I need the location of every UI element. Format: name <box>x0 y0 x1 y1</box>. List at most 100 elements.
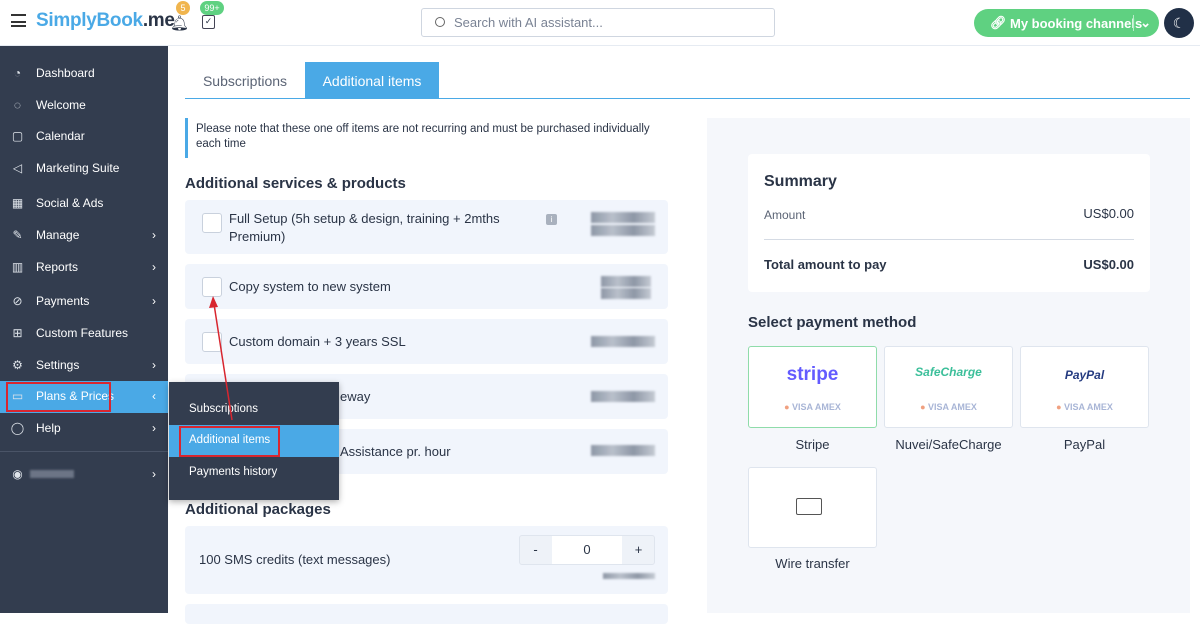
sidebar-item-social-ads[interactable]: ▦ Social & Ads <box>0 188 168 220</box>
booking-channels-label: My booking channels <box>1010 16 1143 31</box>
checkbox[interactable] <box>202 213 222 233</box>
payment-wire-transfer[interactable] <box>748 467 877 548</box>
payment-label: Wire transfer <box>775 556 850 571</box>
item-label: Copy system to new system <box>229 279 391 294</box>
services-heading: Additional services & products <box>185 175 406 192</box>
user-icon: ◉ <box>12 467 23 481</box>
item-label: Custom domain + 3 years SSL <box>229 334 406 349</box>
info-icon[interactable]: i <box>546 214 557 225</box>
payment-paypal[interactable]: PayPal ● VISA AMEX <box>1020 346 1149 428</box>
user-name-blurred <box>30 470 74 478</box>
submenu-item-subscriptions[interactable]: Subscriptions <box>169 394 339 426</box>
package-label: 100 SMS credits (text messages) <box>199 552 391 567</box>
checkout-panel: Summary Amount US$0.00 Total amount to p… <box>707 118 1190 613</box>
sidebar-item-welcome[interactable]: ◌ Welcome <box>0 90 168 122</box>
payment-safecharge[interactable]: SafeCharge ● VISA AMEX <box>884 346 1013 428</box>
item-label: Full Setup (5h setup & design, training … <box>229 211 500 244</box>
booking-channels-button[interactable]: 🔗︎ My booking channels ⌄ <box>974 9 1159 37</box>
chevron-down-icon[interactable]: ⌄ <box>1133 15 1151 31</box>
total-label: Total amount to pay <box>764 257 887 272</box>
menu-icon[interactable] <box>11 14 26 27</box>
logo-text: SimplyBook <box>36 10 143 31</box>
sidebar-item-label: Calendar <box>36 129 85 143</box>
sidebar-item-custom-features[interactable]: ⊞ Custom Features <box>0 318 168 350</box>
package-item <box>185 604 668 624</box>
payments-icon: ⊘ <box>12 294 23 308</box>
sidebar-item-reports[interactable]: ▥ Reports › <box>0 252 168 284</box>
chevron-right-icon: › <box>152 358 156 372</box>
submenu-item-payments-history[interactable]: Payments history <box>169 457 339 489</box>
payment-label: Nuvei/SafeCharge <box>895 437 1002 452</box>
theme-toggle-icon[interactable]: ☾ <box>1164 8 1194 38</box>
chart-icon: ▥ <box>11 260 24 274</box>
logo[interactable]: SimplyBook.me <box>36 10 175 32</box>
link-icon: 🔗︎ <box>990 15 1007 30</box>
annotation-arrow <box>209 296 233 421</box>
bell-icon[interactable]: 🔔︎ <box>170 14 189 32</box>
plans-submenu: Subscriptions Additional items Payments … <box>169 382 339 500</box>
sidebar-item-label: Payments <box>36 294 90 308</box>
payment-label: Stripe <box>795 437 830 452</box>
total-value: US$0.00 <box>1083 257 1134 272</box>
list-item: Copy system to new system <box>185 264 668 309</box>
tasks-badge: 99+ <box>200 1 224 15</box>
gift-icon: ⊞ <box>12 326 23 340</box>
sidebar-item-label: Welcome <box>36 98 86 112</box>
price-blurred <box>591 225 655 236</box>
tab-additional-items[interactable]: Additional items <box>305 62 439 98</box>
social-icon: ▦ <box>11 196 24 210</box>
sidebar-item-payments[interactable]: ⊘ Payments › <box>0 286 168 318</box>
sidebar-item-label: Help <box>36 421 61 435</box>
sidebar-item-help[interactable]: ◯ Help › <box>0 413 168 445</box>
sidebar-item-user[interactable]: ◉ › <box>0 459 168 491</box>
card-logos: ● VISA AMEX <box>1056 402 1113 412</box>
amount-label: Amount <box>764 208 806 222</box>
summary-card: Summary Amount US$0.00 Total amount to p… <box>748 154 1150 292</box>
quantity-stepper: - 0 + <box>519 535 655 565</box>
megaphone-icon: ◁ <box>12 161 23 175</box>
sidebar-item-marketing-suite[interactable]: ◁ Marketing Suite <box>0 153 168 185</box>
money-icon: ▭ <box>11 389 24 403</box>
chevron-right-icon: › <box>152 260 156 274</box>
sidebar-item-label: Custom Features <box>36 326 129 340</box>
sidebar-item-dashboard[interactable]: ◔ Dashboard <box>0 58 168 90</box>
sidebar-item-plans-prices[interactable]: ▭ Plans & Prices ‹ <box>0 381 168 413</box>
sidebar-item-calendar[interactable]: ▢ Calendar <box>0 121 168 153</box>
card-logos-text: VISA AMEX <box>928 402 977 412</box>
search-placeholder: Search with AI assistant... <box>454 15 603 30</box>
price-blurred <box>603 573 655 579</box>
sidebar-item-manage[interactable]: ✎ Manage › <box>0 220 168 252</box>
sidebar-item-label: Settings <box>36 358 80 372</box>
increment-button[interactable]: + <box>623 536 654 564</box>
gear-icon: ⚙ <box>12 358 23 372</box>
quantity-input[interactable]: 0 <box>552 536 622 564</box>
tab-subscriptions[interactable]: Subscriptions <box>185 62 305 98</box>
chevron-left-icon: ‹ <box>152 389 156 403</box>
chevron-right-icon: › <box>152 228 156 242</box>
price-blurred <box>591 336 655 347</box>
payment-heading: Select payment method <box>748 314 917 331</box>
amount-value: US$0.00 <box>1083 206 1134 221</box>
tasks-icon[interactable]: ✓ <box>202 15 215 29</box>
item-label: Assistance pr. hour <box>340 444 451 459</box>
payment-stripe[interactable]: stripe ● VISA AMEX <box>748 346 877 428</box>
price-blurred <box>591 391 655 402</box>
sidebar-item-settings[interactable]: ⚙ Settings › <box>0 350 168 382</box>
divider <box>764 239 1134 240</box>
item-label: eway <box>340 389 371 404</box>
chat-icon: ◯ <box>10 421 25 435</box>
sidebar-item-label: Reports <box>36 260 79 274</box>
list-item: Custom domain + 3 years SSL <box>185 319 668 364</box>
search-input[interactable]: Search with AI assistant... <box>421 8 775 37</box>
price-blurred <box>601 288 651 299</box>
payment-label: PayPal <box>1063 437 1106 452</box>
calendar-icon: ▢ <box>11 129 24 143</box>
search-icon <box>435 17 445 27</box>
sidebar-item-label: Social & Ads <box>36 196 104 210</box>
packages-heading: Additional packages <box>185 501 331 518</box>
wire-transfer-icon <box>796 498 822 515</box>
card-logos-text: VISA AMEX <box>1064 402 1113 412</box>
highlight-box <box>179 426 280 457</box>
lightbulb-icon: ◌ <box>13 98 22 112</box>
decrement-button[interactable]: - <box>520 536 551 564</box>
